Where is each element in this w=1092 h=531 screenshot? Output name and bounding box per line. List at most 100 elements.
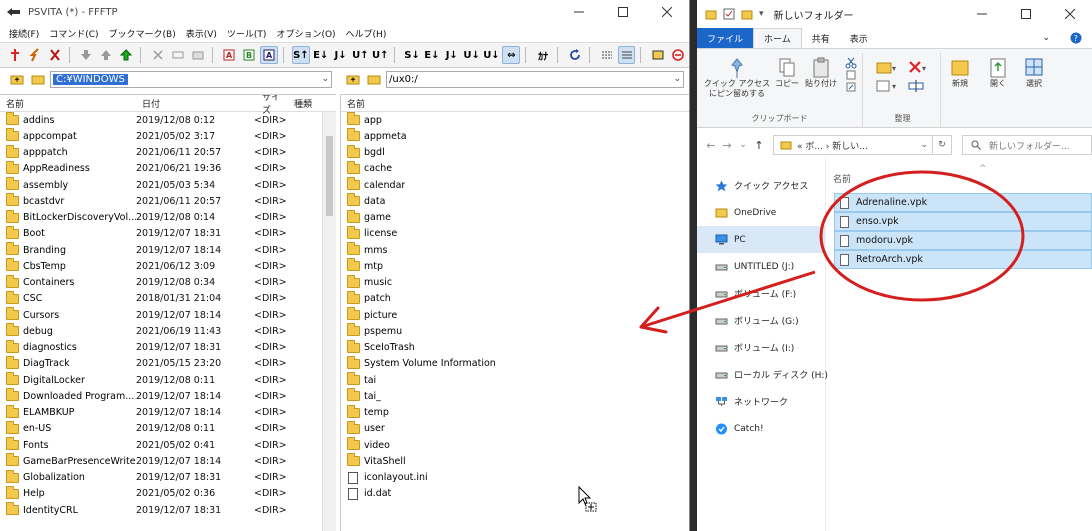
table-row[interactable]: user — [341, 420, 689, 437]
menu-tools[interactable]: ツール(T) — [222, 27, 272, 40]
remote-open-folder-icon[interactable] — [365, 71, 383, 87]
table-row[interactable]: assembly 2021/05/03 5:34 <DIR> — [0, 177, 336, 193]
nav-item[interactable]: ボリューム (G:) — [697, 307, 825, 334]
table-row[interactable]: app — [341, 112, 689, 128]
table-row[interactable]: en-US 2019/12/08 0:11 <DIR> — [0, 420, 336, 437]
remote-file-list[interactable]: 名前 app appmeta bgdl cache calendar data game li… — [340, 94, 689, 531]
remote-path-combo[interactable]: /ux0:/ ⌄ — [386, 70, 684, 88]
table-row[interactable]: video — [341, 437, 689, 453]
col-type[interactable]: 種類 — [288, 97, 318, 110]
table-row[interactable]: Boot 2019/12/07 18:31 <DIR> — [0, 225, 336, 242]
kanji-utf8-down-button[interactable]: U↓ — [463, 46, 481, 64]
table-row[interactable]: CSC 2018/01/31 21:04 <DIR> — [0, 290, 336, 307]
half-kana-button[interactable]: ｶﾅ — [534, 46, 552, 64]
up-arrow-icon[interactable]: ↑ — [751, 139, 767, 152]
abort-icon[interactable] — [669, 46, 687, 64]
close-button[interactable] — [1048, 0, 1092, 28]
address-box[interactable]: « ボ... › 新しい... ⌄ — [773, 135, 933, 155]
tab-home[interactable]: ホーム — [753, 28, 802, 48]
explorer-titlebar[interactable]: ▾ 新しいフォルダー — [697, 0, 1092, 28]
table-row[interactable]: CbsTemp 2021/06/12 3:09 <DIR> — [0, 258, 336, 274]
table-row[interactable]: Fonts 2021/05/02 0:41 <DIR> — [0, 437, 336, 453]
menu-help[interactable]: ヘルプ(H) — [341, 27, 392, 40]
local-file-list[interactable]: 名前 日付 サイズ 種類 addins 2019/12/08 0:12 <DIR> a… — [0, 94, 336, 531]
table-row[interactable]: appcompat 2021/05/02 3:17 <DIR> — [0, 128, 336, 144]
kanji-utf8bom-up-button[interactable]: U↑ — [371, 46, 389, 64]
kanji-sjis-down-button[interactable]: S↓ — [403, 46, 421, 64]
table-row[interactable]: AppReadiness 2021/06/21 19:36 <DIR> — [0, 160, 336, 177]
table-row[interactable]: mms — [341, 242, 689, 258]
mirror-upload-icon[interactable] — [117, 46, 135, 64]
forward-arrow-icon[interactable]: → — [719, 139, 735, 152]
rename-icon[interactable] — [169, 46, 187, 64]
list-view-icon[interactable] — [598, 46, 616, 64]
table-row[interactable]: mtp — [341, 258, 689, 274]
quick-connect-icon[interactable] — [26, 46, 44, 64]
search-input[interactable]: 新しいフォルダー... — [962, 135, 1092, 155]
col-date[interactable]: 日付 — [136, 97, 256, 110]
table-row[interactable]: tai_ — [341, 388, 689, 404]
table-row[interactable]: SceIoTrash — [341, 339, 689, 356]
table-row[interactable]: Cursors 2019/12/07 18:14 <DIR> — [0, 307, 336, 323]
table-row[interactable]: tai — [341, 372, 689, 388]
tab-share[interactable]: 共有 — [802, 28, 840, 48]
table-row[interactable]: iconlayout.ini — [341, 470, 689, 486]
local-up-folder-icon[interactable] — [8, 71, 26, 87]
table-row[interactable]: calendar — [341, 177, 689, 193]
nav-item[interactable]: ローカル ディスク (H:) — [697, 361, 828, 388]
chevron-down-icon[interactable]: ⌄ — [321, 74, 329, 84]
delete-button[interactable]: ▾ — [903, 59, 933, 95]
col-name[interactable]: 名前 — [0, 97, 136, 110]
auto-mode-icon[interactable]: A — [260, 46, 278, 64]
nav-item[interactable]: OneDrive — [697, 199, 825, 226]
remote-up-folder-icon[interactable] — [344, 71, 362, 87]
tab-file[interactable]: ファイル — [697, 28, 754, 48]
local-open-folder-icon[interactable] — [29, 71, 47, 87]
refresh-button[interactable]: ↻ — [932, 135, 952, 155]
ribbon-expand-button[interactable]: ⌄ — [1032, 28, 1060, 48]
disconnect-icon[interactable] — [46, 46, 64, 64]
table-row[interactable]: id.dat — [341, 486, 689, 502]
nav-item[interactable]: クイック アクセス — [697, 172, 825, 199]
nav-pane-divider[interactable] — [825, 158, 826, 531]
table-row[interactable]: BitLockerDiscoveryVol... 2019/12/08 0:14 <… — [0, 209, 336, 226]
table-row[interactable]: data — [341, 193, 689, 209]
connect-icon[interactable] — [6, 46, 24, 64]
nav-item[interactable]: ネットワーク — [697, 388, 825, 415]
table-row[interactable]: Containers 2019/12/08 0:34 <DIR> — [0, 274, 336, 291]
table-row[interactable]: Globalization 2019/12/07 18:31 <DIR> — [0, 469, 336, 486]
ffftp-titlebar[interactable]: PSVITA (*) - FFFTP — [0, 0, 689, 24]
table-row[interactable]: picture — [341, 307, 689, 323]
table-row[interactable]: DiagTrack 2021/05/15 23:20 <DIR> — [0, 355, 336, 372]
local-path-combo[interactable]: C:¥WINDOWS ⌄ — [50, 70, 332, 88]
table-row[interactable]: cache — [341, 160, 689, 177]
list-item[interactable]: enso.vpk — [834, 212, 1092, 231]
table-row[interactable]: ELAMBKUP 2019/12/07 18:14 <DIR> — [0, 404, 336, 421]
local-scrollbar[interactable] — [322, 112, 336, 531]
table-row[interactable]: VitaShell — [341, 453, 689, 469]
table-row[interactable]: temp — [341, 404, 689, 421]
kanji-sjis-up-button[interactable]: S↑ — [291, 46, 310, 64]
table-row[interactable]: IdentityCRL 2019/12/07 18:31 <DIR> — [0, 502, 336, 518]
tab-view[interactable]: 表示 — [840, 28, 878, 48]
nav-item[interactable]: UNTITLED (J:) — [697, 253, 825, 280]
kanji-euc-down-button[interactable]: E↓ — [423, 46, 441, 64]
select-button[interactable]: 選択 — [1019, 57, 1049, 89]
table-row[interactable]: game — [341, 209, 689, 226]
nav-item[interactable]: ボリューム (F:) — [697, 280, 825, 307]
open-button[interactable]: 開く — [983, 57, 1013, 89]
kanji-utf8bom-down-button[interactable]: U↓ — [483, 46, 501, 64]
back-arrow-icon[interactable]: ← — [703, 139, 719, 152]
list-item[interactable]: RetroArch.vpk — [834, 250, 1092, 269]
table-row[interactable]: diagnostics 2019/12/07 18:31 <DIR> — [0, 339, 336, 356]
table-row[interactable]: Branding 2019/12/07 18:14 <DIR> — [0, 242, 336, 258]
paste-button[interactable]: 貼り付け — [803, 57, 839, 89]
table-row[interactable]: Help 2021/05/02 0:36 <DIR> — [0, 485, 336, 502]
table-row[interactable]: appmeta — [341, 128, 689, 144]
kanji-utf8-up-button[interactable]: U↑ — [352, 46, 370, 64]
help-button[interactable]: ? — [1060, 28, 1092, 48]
table-row[interactable]: bcastdvr 2021/06/11 20:57 <DIR> — [0, 193, 336, 209]
table-row[interactable]: debug 2021/06/19 11:43 <DIR> — [0, 323, 336, 339]
table-row[interactable]: addins 2019/12/08 0:12 <DIR> — [0, 112, 336, 128]
upload-icon[interactable] — [97, 46, 115, 64]
